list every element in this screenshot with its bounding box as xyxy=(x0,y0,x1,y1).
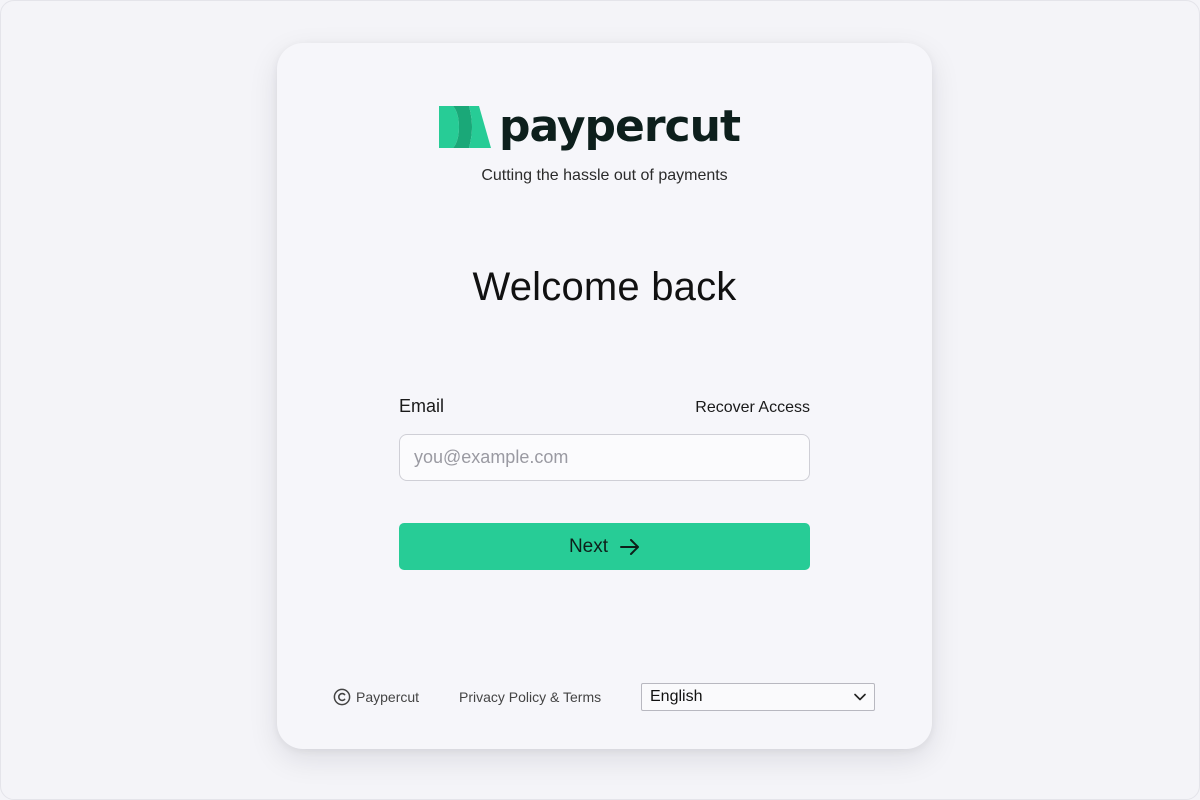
privacy-policy-link[interactable]: Privacy Policy & Terms xyxy=(459,689,601,705)
page-background: paypercut Cutting the hassle out of paym… xyxy=(0,0,1200,800)
brand-tagline: Cutting the hassle out of payments xyxy=(481,167,728,184)
chevron-down-icon xyxy=(854,693,866,701)
next-button-label: Next xyxy=(568,535,609,557)
copyright-text: Paypercut xyxy=(356,689,420,705)
brand-name: paypercut xyxy=(499,101,741,152)
page-title: Welcome back xyxy=(472,265,737,309)
footer: Paypercut Privacy Policy & Terms English xyxy=(333,683,877,711)
paypercut-logo-icon xyxy=(439,106,491,148)
next-button[interactable]: Next xyxy=(399,523,810,570)
language-select[interactable]: English xyxy=(641,683,875,711)
language-selected: English xyxy=(650,688,703,705)
email-label: Email xyxy=(399,396,445,416)
login-card: paypercut Cutting the hassle out of paym… xyxy=(277,43,932,749)
email-field[interactable] xyxy=(399,434,810,481)
copyright: Paypercut xyxy=(333,688,419,706)
recover-access-link[interactable]: Recover Access xyxy=(695,399,810,417)
arrow-right-icon xyxy=(620,538,640,555)
copyright-icon xyxy=(333,688,351,706)
brand-logo: paypercut xyxy=(439,101,741,153)
